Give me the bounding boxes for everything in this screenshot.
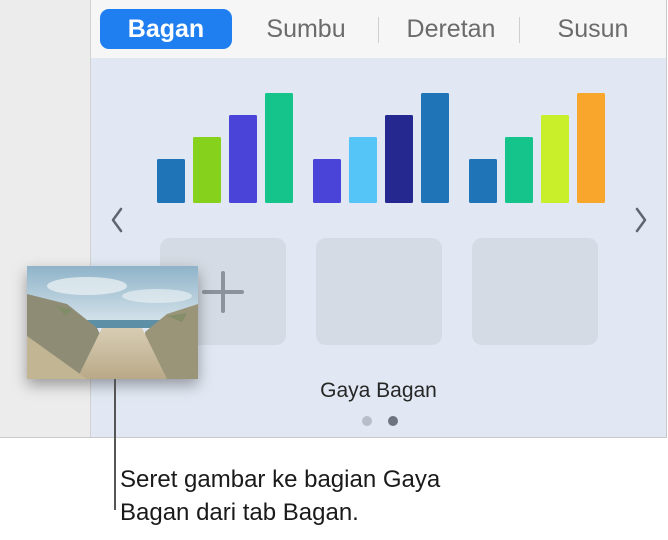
chart-style-2[interactable] [309, 88, 449, 203]
tab-bagan[interactable]: Bagan [100, 9, 232, 49]
style-bar-1 [313, 159, 341, 203]
style-bar-4 [265, 93, 293, 203]
plus-icon [200, 269, 246, 320]
style-bar-2 [193, 137, 221, 203]
callout-line-2: Bagan dari tab Bagan. [120, 499, 359, 526]
chart-style-1[interactable] [153, 88, 293, 203]
callout-line-1: Seret gambar ke bagian Gaya [120, 466, 441, 493]
style-bar-3 [541, 115, 569, 203]
style-bar-4 [421, 93, 449, 203]
chevron-right-icon[interactable] [633, 206, 649, 239]
chart-styles-panel: Gaya Bagan [91, 58, 666, 437]
chevron-left-icon[interactable] [109, 206, 125, 239]
tab-susun[interactable]: Susun [543, 9, 643, 49]
chart-style-thumbnail [157, 93, 293, 203]
tab-sumbu[interactable]: Sumbu [251, 9, 361, 49]
style-bar-1 [469, 159, 497, 203]
format-tab-bar: Bagan Sumbu Deretan Susun [91, 0, 666, 58]
style-bar-4 [577, 93, 605, 203]
page-dot-2[interactable] [388, 416, 398, 426]
tab-divider [378, 17, 379, 43]
style-bar-3 [229, 115, 257, 203]
custom-style-slot-3[interactable] [472, 238, 598, 345]
chart-style-thumbnail [469, 93, 605, 203]
page-dot-1[interactable] [362, 416, 372, 426]
custom-style-slot-2[interactable] [316, 238, 442, 345]
chart-style-thumbnail [313, 93, 449, 203]
tab-deretan[interactable]: Deretan [388, 9, 514, 49]
style-bar-1 [157, 159, 185, 203]
style-bar-2 [505, 137, 533, 203]
style-bar-3 [385, 115, 413, 203]
callout-line [114, 379, 116, 510]
tab-divider [519, 17, 520, 43]
chart-style-3[interactable] [465, 88, 605, 203]
dragged-beach-photo[interactable] [27, 266, 198, 379]
style-bar-2 [349, 137, 377, 203]
callout-text: Seret gambar ke bagian Gaya Bagan dari t… [120, 463, 540, 529]
chart-styles-label: Gaya Bagan [320, 379, 437, 402]
